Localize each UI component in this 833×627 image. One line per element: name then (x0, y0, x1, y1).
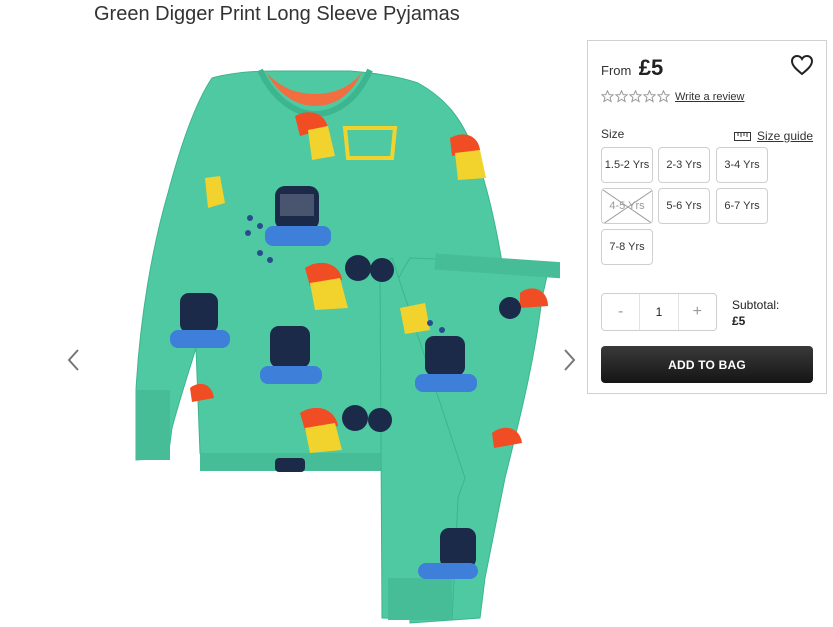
price-value: £5 (638, 55, 664, 80)
quantity-input[interactable]: 1 (639, 294, 679, 330)
gallery-prev-button[interactable] (64, 348, 84, 372)
star-empty-icon (629, 90, 642, 103)
size-option[interactable]: 2-3 Yrs (658, 147, 710, 183)
size-option[interactable]: 6-7 Yrs (716, 188, 768, 224)
size-option-label: 3-4 Yrs (724, 159, 760, 171)
size-option-unavailable[interactable]: 4-5 Yrs (601, 188, 653, 224)
star-empty-icon (601, 90, 614, 103)
product-gallery (60, 48, 585, 627)
star-empty-icon (657, 90, 670, 103)
size-option[interactable]: 3-4 Yrs (716, 147, 768, 183)
rating-row: Write a review (601, 90, 744, 103)
chevron-right-icon (564, 349, 576, 371)
size-option-label: 2-3 Yrs (666, 159, 702, 171)
purchase-panel: From £5 Write a review Size Size guide 1… (587, 40, 827, 394)
star-empty-icon (615, 90, 628, 103)
product-title: Green Digger Print Long Sleeve Pyjamas (94, 3, 460, 25)
size-option-label: 5-6 Yrs (666, 200, 702, 212)
price-row: From £5 (601, 55, 663, 81)
add-to-bag-button[interactable]: ADD TO BAG (601, 346, 813, 383)
subtotal-value: £5 (732, 314, 746, 328)
size-option-label: 7-8 Yrs (609, 241, 645, 253)
size-guide-link[interactable]: Size guide (734, 129, 813, 143)
size-option-label: 6-7 Yrs (724, 200, 760, 212)
wishlist-button[interactable] (790, 54, 814, 76)
size-guide-label: Size guide (757, 129, 814, 143)
size-label: Size (601, 127, 625, 141)
ruler-icon (734, 131, 751, 141)
size-option-label: 1.5-2 Yrs (604, 159, 650, 171)
price-from-label: From (601, 63, 632, 78)
size-option[interactable]: 7-8 Yrs (601, 229, 653, 265)
subtotal: Subtotal: £5 (732, 297, 779, 329)
quantity-decrement-button[interactable]: - (602, 294, 639, 330)
chevron-left-icon (67, 349, 79, 371)
quantity-increment-button[interactable]: + (679, 294, 716, 330)
gallery-next-button[interactable] (559, 348, 579, 372)
rating-stars (601, 90, 670, 103)
star-empty-icon (643, 90, 656, 103)
size-option[interactable]: 5-6 Yrs (658, 188, 710, 224)
subtotal-label: Subtotal: (732, 298, 780, 312)
write-review-link[interactable]: Write a review (675, 91, 744, 103)
quantity-stepper: - 1 + (601, 293, 717, 331)
product-image (135, 68, 560, 624)
strikethrough-icon (602, 189, 652, 223)
size-option[interactable]: 1.5-2 Yrs (601, 147, 653, 183)
heart-icon (790, 54, 814, 76)
